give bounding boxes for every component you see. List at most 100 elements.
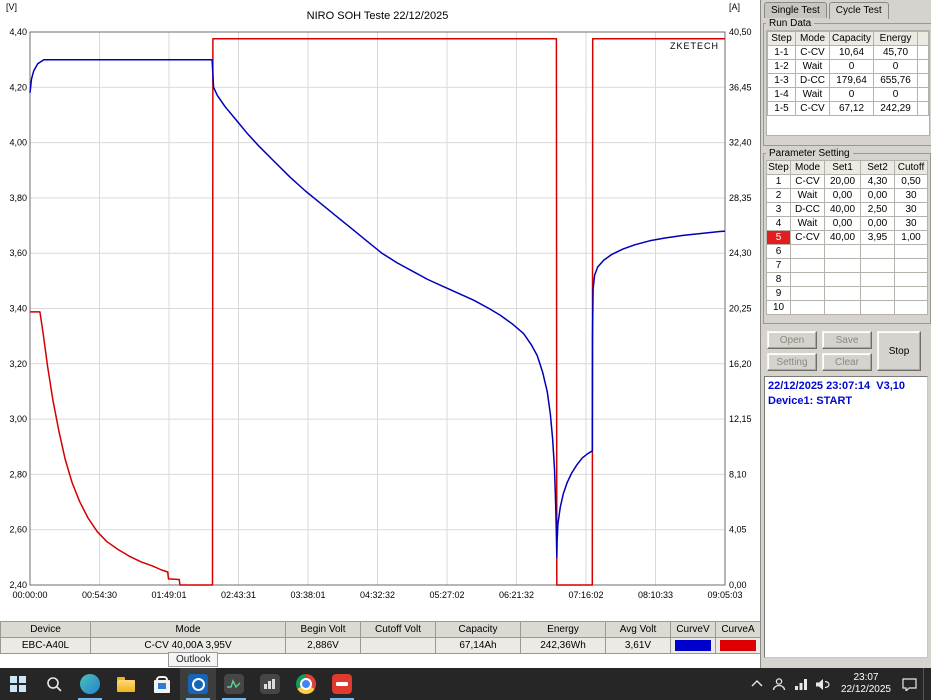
speaker-icon bbox=[816, 678, 831, 690]
svg-text:01:49:01: 01:49:01 bbox=[151, 590, 186, 600]
taskbar-outlook[interactable] bbox=[180, 668, 216, 700]
cell bbox=[860, 272, 895, 287]
table-row[interactable]: 3 D-CC 40,00 2,50 30 bbox=[766, 202, 928, 217]
table-row[interactable]: 4 Wait 0,00 0,00 30 bbox=[766, 216, 928, 231]
table-row[interactable]: 2 Wait 0,00 0,00 30 bbox=[766, 188, 928, 203]
volume-button[interactable] bbox=[815, 676, 831, 692]
bars-glyph bbox=[264, 679, 275, 689]
table-row[interactable]: 9 bbox=[766, 286, 928, 301]
log-line: 22/12/2025 23:07:14 V3,10 bbox=[768, 380, 906, 392]
cell: 242,29 bbox=[873, 101, 918, 116]
svg-text:0,00: 0,00 bbox=[729, 580, 747, 590]
cell bbox=[824, 244, 861, 259]
watermark: ZKETECH bbox=[670, 41, 719, 51]
column-header: Capacity bbox=[829, 31, 874, 46]
cell: 0 bbox=[829, 59, 874, 74]
cell bbox=[894, 244, 928, 259]
app-icon-dark-1 bbox=[224, 674, 244, 694]
column-header: Mode bbox=[790, 160, 825, 175]
hidden-icons-button[interactable] bbox=[749, 676, 765, 692]
taskbar-chrome[interactable] bbox=[288, 668, 324, 700]
svg-text:4,20: 4,20 bbox=[9, 82, 27, 92]
test-mode-tabs: Single Test Cycle Test bbox=[761, 0, 931, 19]
summary-column-header: CurveA bbox=[715, 621, 761, 638]
edge-icon bbox=[80, 674, 100, 694]
summary-device: EBC-A40L bbox=[0, 637, 91, 654]
taskbar-clock[interactable]: 23:07 22/12/2025 bbox=[837, 672, 895, 697]
svg-text:03:38:01: 03:38:01 bbox=[290, 590, 325, 600]
svg-text:20,25: 20,25 bbox=[729, 304, 752, 314]
summary-column-header: Begin Volt bbox=[285, 621, 361, 638]
open-button[interactable]: Open bbox=[767, 331, 817, 349]
cell: 0,00 bbox=[824, 188, 861, 203]
svg-text:4,40: 4,40 bbox=[9, 27, 27, 37]
table-header-row: Step Mode Capacity Energy bbox=[767, 31, 929, 46]
cell: 30 bbox=[894, 216, 928, 231]
table-row[interactable]: 5 C-CV 40,00 3,95 1,00 bbox=[766, 230, 928, 245]
summary-column-header: Energy bbox=[520, 621, 606, 638]
app-icon-dark-2 bbox=[260, 674, 280, 694]
network-button[interactable] bbox=[793, 676, 809, 692]
svg-text:3,40: 3,40 bbox=[9, 304, 27, 314]
table-row[interactable]: 6 bbox=[766, 244, 928, 259]
curve-a-cell bbox=[715, 637, 761, 654]
cell: C-CV bbox=[795, 101, 830, 116]
taskbar-file-explorer[interactable] bbox=[108, 668, 144, 700]
table-row[interactable]: 1-3 D-CC 179,64 655,76 bbox=[767, 73, 929, 88]
table-row[interactable]: 8 bbox=[766, 272, 928, 287]
curve-v-swatch bbox=[675, 640, 711, 651]
cell bbox=[790, 272, 825, 287]
save-button[interactable]: Save bbox=[822, 331, 872, 349]
cell: Wait bbox=[790, 216, 825, 231]
svg-text:05:27:02: 05:27:02 bbox=[429, 590, 464, 600]
log-console[interactable]: 22/12/2025 23:07:14 V3,10 Device1: START bbox=[764, 376, 928, 658]
table-row[interactable]: 1-1 C-CV 10,64 45,70 bbox=[767, 45, 929, 60]
svg-text:12,15: 12,15 bbox=[729, 414, 752, 424]
user-icon bbox=[772, 678, 786, 691]
notification-center-button[interactable] bbox=[901, 676, 917, 692]
cell bbox=[824, 272, 861, 287]
setting-button[interactable]: Setting bbox=[767, 353, 817, 371]
search-button[interactable] bbox=[36, 668, 72, 700]
store-icon bbox=[154, 675, 170, 693]
table-row[interactable]: 7 bbox=[766, 258, 928, 273]
cell: 2,50 bbox=[860, 202, 895, 217]
table-row[interactable]: 1-5 C-CV 67,12 242,29 bbox=[767, 101, 929, 116]
tab-cycle-test[interactable]: Cycle Test bbox=[828, 2, 889, 19]
tab-single-test[interactable]: Single Test bbox=[764, 2, 827, 18]
cell bbox=[917, 59, 929, 74]
table-row[interactable]: 1-4 Wait 0 0 bbox=[767, 87, 929, 102]
stop-button[interactable]: Stop bbox=[877, 331, 921, 371]
cell: 4 bbox=[766, 216, 791, 231]
taskbar-app-1[interactable] bbox=[216, 668, 252, 700]
cell: 0,00 bbox=[860, 188, 895, 203]
column-header: Step bbox=[766, 160, 791, 175]
cell: 40,00 bbox=[824, 230, 861, 245]
column-header: Set2 bbox=[860, 160, 895, 175]
show-desktop-button[interactable] bbox=[923, 668, 929, 700]
cell: 3 bbox=[766, 202, 791, 217]
svg-text:36,45: 36,45 bbox=[729, 82, 752, 92]
cell: 1,00 bbox=[894, 230, 928, 245]
taskbar-eb-tester[interactable] bbox=[324, 668, 360, 700]
cell bbox=[790, 244, 825, 259]
cell: D-CC bbox=[795, 73, 830, 88]
log-line: Device1: START bbox=[768, 395, 853, 408]
app-window: 4,40 4,20 4,00 3,80 3,60 3,40 3,20 3,00 2,80 2,60… bbox=[0, 0, 931, 700]
start-button[interactable] bbox=[0, 668, 36, 700]
column-header: Set1 bbox=[824, 160, 861, 175]
cell: 6 bbox=[766, 244, 791, 259]
table-row[interactable]: 10 bbox=[766, 300, 928, 315]
cell: 1 bbox=[766, 174, 791, 189]
parameter-title: Parameter Setting bbox=[769, 148, 850, 159]
summary-cutoff-volt bbox=[360, 637, 436, 654]
taskbar-edge[interactable] bbox=[72, 668, 108, 700]
clear-button[interactable]: Clear bbox=[822, 353, 872, 371]
tray-user-button[interactable] bbox=[771, 676, 787, 692]
taskbar-store[interactable] bbox=[144, 668, 180, 700]
table-row[interactable]: 1 C-CV 20,00 4,30 0,50 bbox=[766, 174, 928, 189]
table-row[interactable]: 1-2 Wait 0 0 bbox=[767, 59, 929, 74]
cell: 10,64 bbox=[829, 45, 874, 60]
svg-text:32,40: 32,40 bbox=[729, 138, 752, 148]
taskbar-app-2[interactable] bbox=[252, 668, 288, 700]
